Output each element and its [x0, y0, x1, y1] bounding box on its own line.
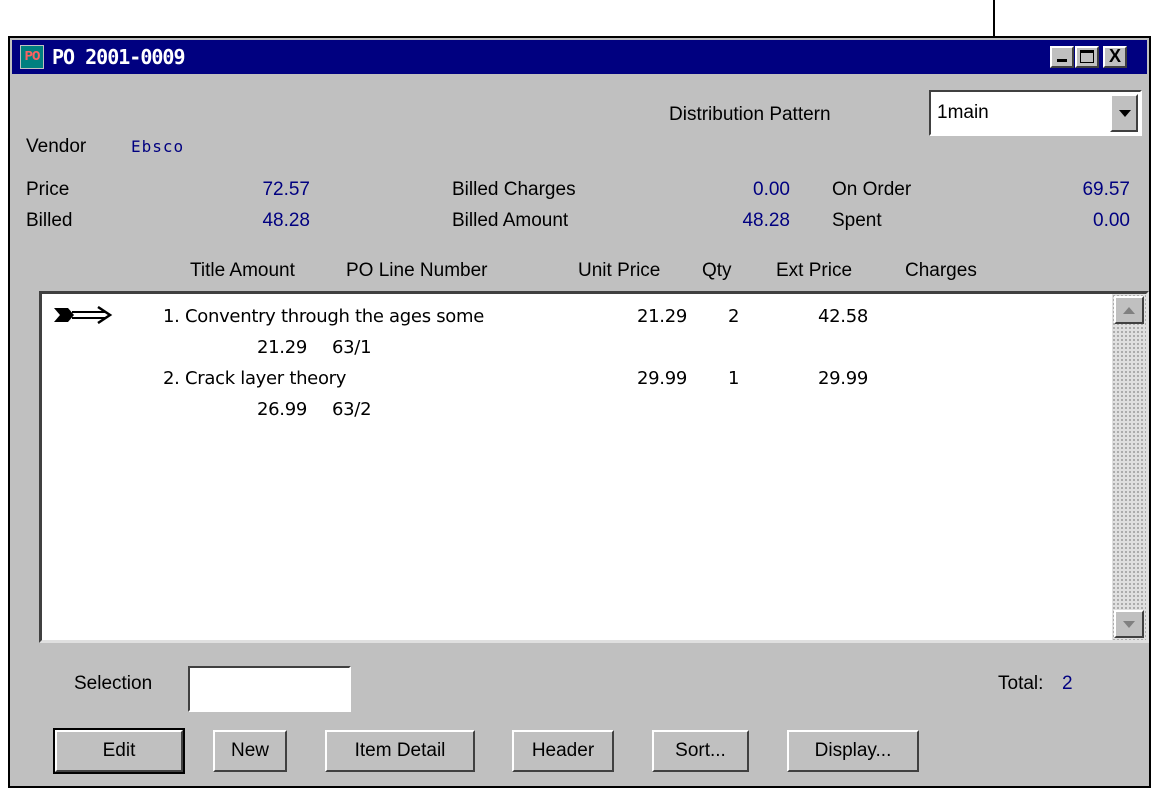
billed-charges-label: Billed Charges [452, 179, 576, 200]
close-button[interactable]: X [1103, 46, 1127, 68]
spent-value: 0.00 [1093, 210, 1130, 231]
billed-charges-value: 0.00 [753, 179, 790, 200]
maximize-icon [1080, 50, 1094, 63]
billed-value: 48.28 [262, 210, 310, 231]
line-qty: 2 [728, 306, 740, 327]
minimize-icon [1057, 59, 1067, 62]
maximize-button[interactable] [1075, 46, 1099, 68]
line-title: 1. Conventry through the ages some [163, 306, 484, 327]
line-title-amount: 26.99 [257, 399, 308, 420]
spent-label: Spent [832, 210, 882, 231]
on-order-value: 69.57 [1082, 179, 1130, 200]
arrow-down-icon [1123, 621, 1135, 628]
item-detail-button[interactable]: Item Detail [325, 730, 475, 772]
po-line-list[interactable]: 1. Conventry through the ages some 21.29… [39, 291, 1149, 643]
header-button[interactable]: Header [512, 730, 614, 772]
billed-label: Billed [26, 210, 73, 231]
window-title: PO 2001-0009 [52, 45, 185, 69]
selection-label: Selection [74, 673, 153, 694]
total-label: Total: [998, 673, 1044, 694]
vertical-scrollbar[interactable] [1112, 294, 1146, 640]
line-title-amount: 21.29 [257, 337, 308, 358]
vendor-label: Vendor [26, 136, 87, 157]
title-bar[interactable]: PO PO 2001-0009 X [12, 40, 1147, 74]
billed-amount-label: Billed Amount [452, 210, 569, 231]
display-button[interactable]: Display... [787, 730, 919, 772]
scroll-up-button[interactable] [1114, 296, 1144, 324]
column-header-qty: Qty [702, 260, 732, 281]
distribution-pattern-select[interactable]: 1main [929, 90, 1142, 136]
distribution-pattern-value: 1main [937, 102, 989, 123]
selection-input[interactable] [188, 666, 351, 712]
new-button[interactable]: New [213, 730, 287, 772]
arrow-up-icon [1123, 307, 1135, 314]
line-po-line-number: 63/2 [332, 399, 372, 420]
po-app-icon[interactable]: PO [20, 45, 44, 69]
dropdown-button[interactable] [1110, 94, 1138, 132]
line-ext-price: 42.58 [818, 306, 869, 327]
column-header-po-line: PO Line Number [346, 260, 488, 281]
line-unit-price: 29.99 [636, 368, 687, 389]
minimize-button[interactable] [1050, 46, 1074, 68]
billed-amount-value: 48.28 [742, 210, 790, 231]
line-po-line-number: 63/1 [332, 337, 372, 358]
price-label: Price [26, 179, 70, 200]
line-unit-price: 21.29 [636, 306, 687, 327]
current-row-arrow-icon [54, 306, 113, 324]
column-header-charges: Charges [905, 260, 977, 281]
line-title: 2. Crack layer theory [163, 368, 347, 389]
sort-button[interactable]: Sort... [652, 730, 749, 772]
column-header-unit-price: Unit Price [578, 260, 661, 281]
scroll-down-button[interactable] [1114, 610, 1144, 638]
total-value: 2 [1062, 673, 1073, 694]
close-icon: X [1108, 46, 1121, 66]
line-qty: 1 [728, 368, 740, 389]
line-ext-price: 29.99 [818, 368, 869, 389]
on-order-label: On Order [832, 179, 912, 200]
column-header-ext-price: Ext Price [776, 260, 853, 281]
price-value: 72.57 [262, 179, 310, 200]
vendor-value: Ebsco [131, 137, 185, 156]
po-window: PO PO 2001-0009 X Distribution Pattern 1… [8, 36, 1151, 788]
distribution-pattern-label: Distribution Pattern [669, 104, 831, 125]
chevron-down-icon [1119, 110, 1131, 117]
column-header-title-amount: Title Amount [190, 260, 295, 281]
edit-button[interactable]: Edit [53, 728, 185, 774]
